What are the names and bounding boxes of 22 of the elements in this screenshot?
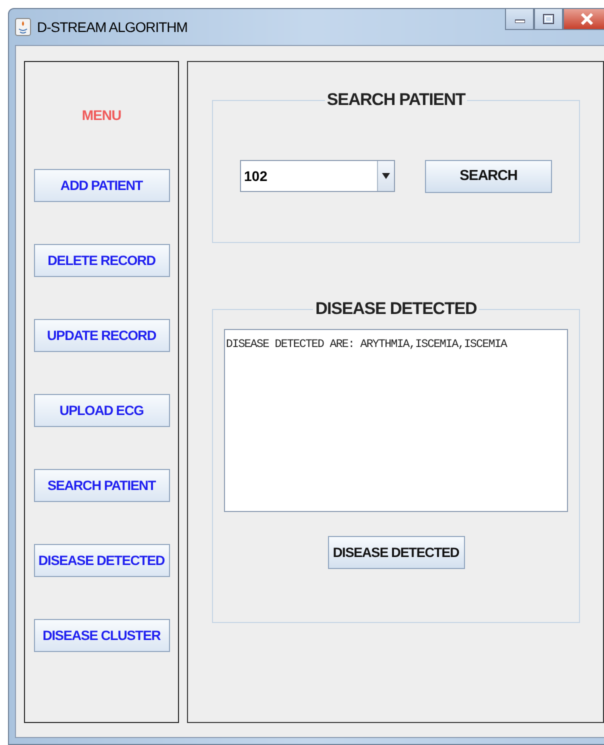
maximize-icon <box>543 14 554 24</box>
group-title: SEARCH PATIENT <box>326 90 467 110</box>
menu-title: MENU <box>82 107 122 123</box>
menu-button[interactable]: SEARCH PATIENT <box>34 469 170 502</box>
menu-button[interactable]: UPDATE RECORD <box>34 319 170 352</box>
menu-button[interactable]: DISEASE DETECTED <box>34 544 170 577</box>
menu-button[interactable]: DELETE RECORD <box>34 244 170 277</box>
menu-button[interactable]: UPLOAD ECG <box>34 394 170 427</box>
close-icon <box>580 12 594 26</box>
close-button[interactable] <box>563 8 604 30</box>
minimize-button[interactable] <box>505 8 534 30</box>
app-icon <box>15 18 31 36</box>
disease-detected-button[interactable]: DISEASE DETECTED <box>328 536 464 569</box>
menu-button[interactable]: DISEASE CLUSTER <box>34 619 170 652</box>
search-button[interactable]: SEARCH <box>425 160 552 192</box>
group-title: DISEASE DETECTED <box>314 299 478 319</box>
result-text-area[interactable]: DISEASE DETECTED ARE: ARYTHMIA,ISCEMIA,ISCEMIA <box>224 329 568 512</box>
menu-button[interactable]: ADD PATIENT <box>34 169 170 202</box>
window-title: D-STREAM ALGORITHM <box>37 19 188 35</box>
patient-dropdown[interactable]: 102 <box>240 160 395 192</box>
maximize-button[interactable] <box>534 8 563 30</box>
dropdown-arrow-icon <box>382 173 390 179</box>
